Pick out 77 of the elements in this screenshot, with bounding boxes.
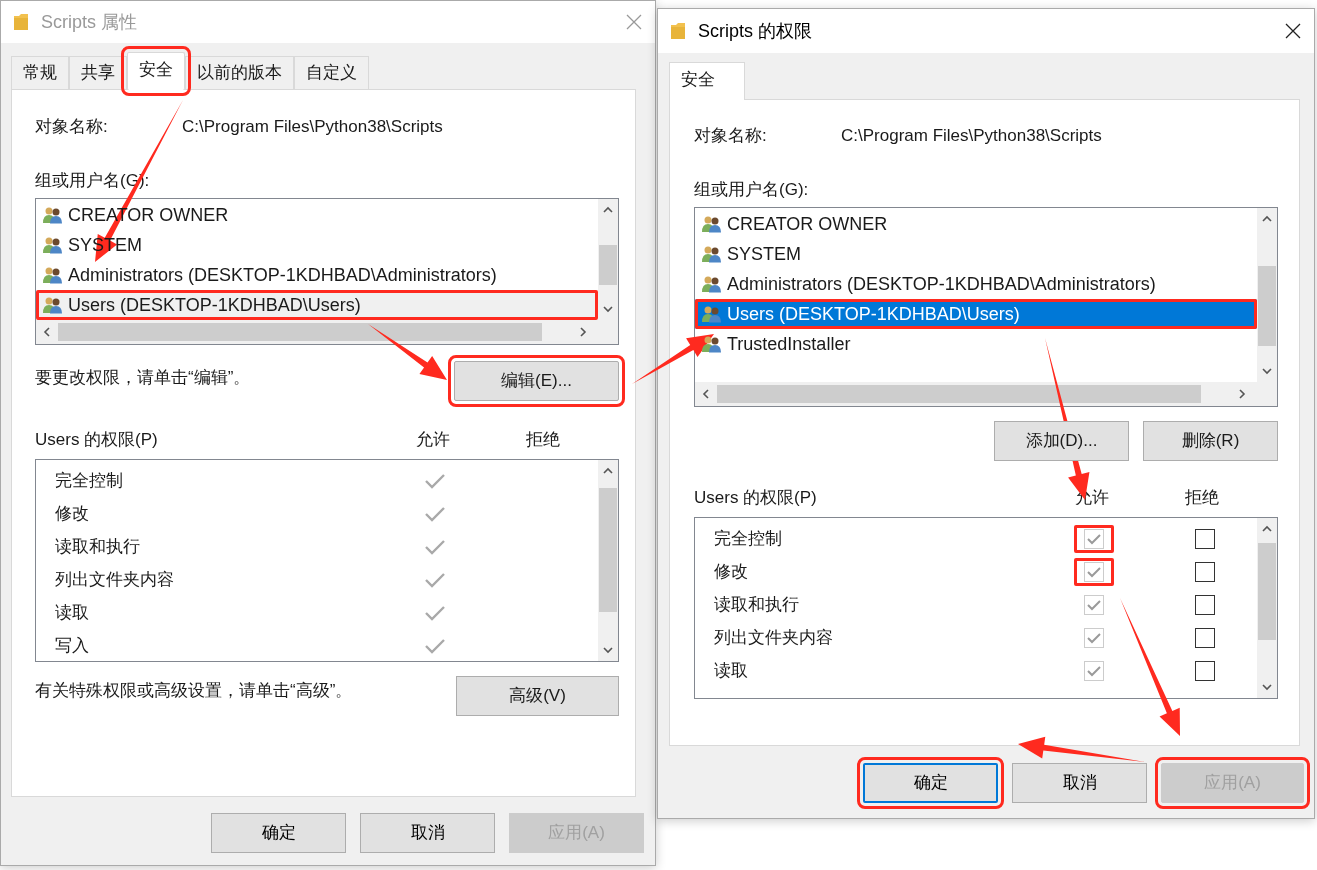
permission-name: 读取 xyxy=(55,601,90,624)
permission-name: 读取和执行 xyxy=(714,593,800,616)
permission-name: 列出文件夹内容 xyxy=(714,626,834,649)
users-icon xyxy=(42,266,64,284)
scrollbar-thumb[interactable] xyxy=(599,245,617,285)
folder-icon xyxy=(13,13,29,31)
field-label: Users 的权限(P) xyxy=(35,429,159,452)
users-icon xyxy=(701,215,723,233)
column-header: 拒绝 xyxy=(1184,487,1220,510)
check-icon xyxy=(1086,564,1102,579)
scrollbar-thumb[interactable] xyxy=(1258,266,1276,346)
vertical-scrollbar[interactable] xyxy=(598,460,618,661)
users-icon xyxy=(701,305,723,323)
checkbox[interactable] xyxy=(1195,594,1215,615)
field-label: 对象名称: xyxy=(694,125,768,148)
tab[interactable]: 共享 xyxy=(69,56,127,89)
permission-name: 修改 xyxy=(55,502,90,525)
checkbox[interactable] xyxy=(1195,561,1215,582)
users-icon xyxy=(701,275,723,293)
vertical-scrollbar[interactable] xyxy=(598,199,618,320)
scrollbar-thumb[interactable] xyxy=(58,323,542,341)
dialog-button[interactable]: 删除(R) xyxy=(1143,421,1278,461)
tab[interactable]: 安全 xyxy=(669,62,745,100)
permission-name: 读取和执行 xyxy=(55,535,141,558)
hint-text: 要更改权限，请单击“编辑”。 xyxy=(35,367,251,389)
window-title: Scripts 的权限 xyxy=(698,19,813,43)
field-label: Users 的权限(P) xyxy=(694,487,818,510)
scrollbar-thumb[interactable] xyxy=(1258,543,1276,640)
vertical-scrollbar[interactable] xyxy=(1257,518,1277,698)
column-header: 拒绝 xyxy=(525,429,561,452)
permission-name: 完全控制 xyxy=(714,527,783,550)
horizontal-scrollbar[interactable] xyxy=(36,320,618,344)
group-list-item[interactable]: CREATOR OWNER xyxy=(695,209,1257,239)
dialog-button[interactable]: 添加(D)... xyxy=(994,421,1129,461)
dialog-button[interactable]: 高级(V) xyxy=(456,676,619,716)
group-list-item[interactable]: SYSTEM xyxy=(695,239,1257,269)
object-path: C:\Program Files\Python38\Scripts xyxy=(841,125,1102,148)
group-list-item[interactable]: Administrators (DESKTOP-1KDHBAD\Administrators) xyxy=(36,260,598,290)
permission-name: 完全控制 xyxy=(55,469,124,492)
close-icon[interactable] xyxy=(1284,22,1302,40)
users-icon xyxy=(42,236,64,254)
folder-icon xyxy=(670,22,686,40)
users-icon xyxy=(42,206,64,224)
dialog-button[interactable]: 取消 xyxy=(360,813,495,853)
field-label: 组或用户名(G): xyxy=(694,179,810,201)
dialog-button[interactable]: 取消 xyxy=(1012,763,1147,803)
check-icon xyxy=(1086,663,1102,678)
scrollbar-thumb[interactable] xyxy=(717,385,1201,403)
column-header: 允许 xyxy=(415,429,451,452)
dialog-button[interactable]: 确定 xyxy=(211,813,346,853)
tab[interactable]: 以前的版本 xyxy=(185,56,294,89)
tab[interactable]: 常规 xyxy=(11,56,69,89)
checkbox[interactable] xyxy=(1195,528,1215,549)
check-icon xyxy=(1086,597,1102,612)
vertical-scrollbar[interactable] xyxy=(1257,208,1277,382)
scrollbar-thumb[interactable] xyxy=(599,488,617,612)
group-list-item[interactable]: Users (DESKTOP-1KDHBAD\Users) xyxy=(36,290,598,320)
users-icon xyxy=(701,245,723,263)
permission-name: 写入 xyxy=(55,634,90,657)
permission-name: 列出文件夹内容 xyxy=(55,568,175,591)
hint-text: 有关特殊权限或高级设置，请单击“高级”。 xyxy=(35,680,353,702)
window-title: Scripts 属性 xyxy=(41,10,138,34)
group-list-item[interactable]: Administrators (DESKTOP-1KDHBAD\Administrators) xyxy=(695,269,1257,299)
check-icon xyxy=(1086,630,1102,645)
object-path: C:\Program Files\Python38\Scripts xyxy=(182,116,443,139)
permission-name: 读取 xyxy=(714,659,749,682)
field-label: 对象名称: xyxy=(35,116,109,139)
group-list-item[interactable]: TrustedInstaller xyxy=(695,329,1257,359)
horizontal-scrollbar[interactable] xyxy=(695,382,1277,406)
users-icon xyxy=(42,296,64,314)
tab[interactable]: 自定义 xyxy=(294,56,369,89)
checkbox[interactable] xyxy=(1195,627,1215,648)
check-icon xyxy=(1086,531,1102,546)
users-icon xyxy=(701,335,723,353)
group-list-item[interactable]: Users (DESKTOP-1KDHBAD\Users) xyxy=(695,299,1257,329)
checkbox[interactable] xyxy=(1195,660,1215,681)
permission-name: 修改 xyxy=(714,560,749,583)
